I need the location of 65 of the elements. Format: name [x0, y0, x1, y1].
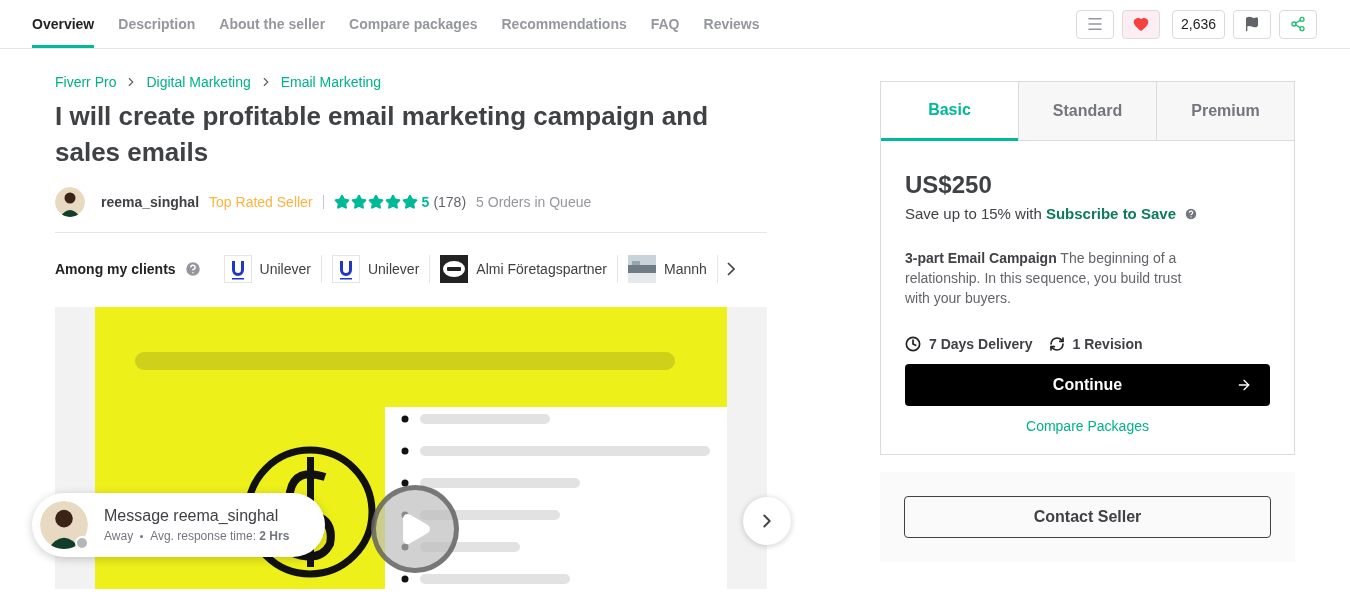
menu-icon: [1085, 15, 1104, 33]
clock-icon: [905, 336, 921, 352]
client-name: Almi Företagspartner: [476, 261, 608, 277]
nav-tab[interactable]: Compare packages: [349, 0, 478, 48]
client-item[interactable]: Unilever: [321, 255, 431, 283]
star-icon: [350, 194, 367, 210]
breadcrumb-link[interactable]: Email Marketing: [280, 74, 382, 90]
compare-packages-link[interactable]: Compare Packages: [1026, 418, 1149, 434]
package-tab[interactable]: Premium: [1156, 82, 1294, 141]
client-item[interactable]: Almi Företagspartner: [430, 255, 619, 283]
nav-tab[interactable]: About the seller: [219, 0, 326, 48]
save-note: Save up to 15% with Subscribe to Save: [905, 205, 1176, 222]
rating-value: 5: [421, 194, 430, 210]
continue-button[interactable]: Continue: [905, 364, 1270, 406]
star-icon: [401, 194, 418, 210]
avatar: [55, 187, 85, 217]
breadcrumb-link[interactable]: Fiverr Pro: [55, 74, 117, 90]
orders-in-queue: 5 Orders in Queue: [476, 194, 592, 210]
star-icon: [384, 194, 401, 210]
like-button[interactable]: [1121, 9, 1160, 39]
review-count[interactable]: (178): [433, 194, 467, 210]
client-item[interactable]: Unilever: [223, 255, 322, 283]
flag-icon: [1244, 16, 1260, 32]
nav-tab[interactable]: FAQ: [650, 0, 680, 48]
seller-status: Away: [104, 529, 134, 543]
subscribe-link[interactable]: Subscribe to Save: [1045, 205, 1176, 222]
clients-label: Among my clients: [55, 261, 176, 277]
share-button[interactable]: [1279, 9, 1317, 39]
client-name: Unilever: [259, 261, 311, 277]
package-description: 3-part Email Campaign The beginning of a relationship. In this sequence, you build trust with your buyers.: [905, 249, 1183, 308]
heart-icon: [1132, 16, 1149, 32]
price: US$250: [905, 171, 993, 199]
help-icon[interactable]: [1184, 206, 1198, 221]
client-logo: [440, 255, 469, 283]
nav-tab[interactable]: Overview: [32, 0, 95, 48]
message-seller-card[interactable]: Message reema_singhal Away Avg. response time: 2 Hrs: [32, 493, 325, 557]
arrow-icon: [1236, 377, 1252, 393]
gig-title: I will create profitable email marketing campaign and sales emails: [55, 100, 710, 169]
avatar: [40, 501, 88, 549]
nav-tab[interactable]: Reviews: [703, 0, 760, 48]
refresh-icon: [1048, 336, 1065, 352]
breadcrumb-link[interactable]: Digital Marketing: [146, 74, 251, 90]
chevron-icon: [726, 262, 735, 276]
client-logo: [331, 255, 360, 283]
message-title: Message reema_singhal: [104, 507, 280, 525]
nav-tab[interactable]: Description: [118, 0, 196, 48]
package-tab[interactable]: Standard: [1018, 82, 1156, 141]
response-time: Avg. response time: 2 Hrs: [150, 529, 290, 543]
report-button[interactable]: [1233, 9, 1271, 39]
star-icon: [367, 194, 384, 210]
client-item[interactable]: Mannh: [618, 255, 718, 283]
nav-tab[interactable]: Recommendations: [501, 0, 627, 48]
seller-level-text: Top Rated Seller: [209, 194, 313, 210]
like-count: 2,636: [1171, 9, 1225, 39]
client-name: Mannh: [664, 261, 707, 277]
help-icon[interactable]: [183, 260, 202, 278]
contact-seller-button[interactable]: Contact Seller: [904, 496, 1271, 538]
client-name: Unilever: [367, 261, 420, 277]
delivery-time: 7 Days Delivery: [929, 336, 1033, 352]
share-icon: [1290, 16, 1306, 32]
revisions: 1 Revision: [1072, 336, 1143, 352]
seller-name[interactable]: reema_singhal: [101, 194, 200, 210]
menu-button[interactable]: [1075, 9, 1114, 39]
star-icon: [333, 194, 350, 210]
client-logo: [223, 255, 252, 283]
